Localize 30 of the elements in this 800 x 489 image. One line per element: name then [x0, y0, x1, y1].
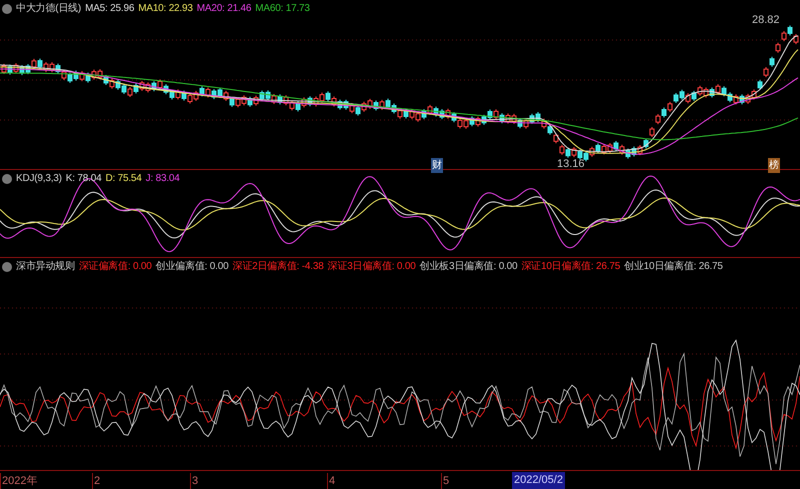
- indicator-value: 创业10日偏离值: 26.75: [624, 260, 723, 274]
- indicator-value: 深证偏离值: 0.00: [78, 260, 152, 274]
- indicator-value: MA20: 21.46: [196, 2, 252, 16]
- panel-title: 中大力德(日线): [16, 2, 82, 16]
- indicator-value: K: 78.04: [66, 172, 102, 186]
- indicator-value: 深证10日偏离值: 26.75: [521, 260, 620, 274]
- event-marker[interactable]: 财: [431, 158, 443, 173]
- indicator-value: MA10: 22.93: [138, 2, 193, 16]
- axis-label: 5: [441, 473, 450, 489]
- axis-label: 4: [327, 473, 336, 489]
- collapse-icon[interactable]: [2, 174, 12, 184]
- event-marker[interactable]: 榜: [768, 158, 780, 173]
- indicator-value: 深证3日偏离值: 0.00: [328, 260, 416, 274]
- panel-title: 深市异动规则: [16, 260, 75, 274]
- indicator-value: 深证2日偏离值: -4.38: [232, 260, 324, 274]
- indicator-value: 创业板3日偏离值: 0.00: [420, 260, 518, 274]
- axis-label: 3: [190, 473, 198, 489]
- panel-title: KDJ(9,3,3): [16, 172, 62, 186]
- collapse-icon[interactable]: [2, 262, 12, 272]
- indicator-value: MA5: 25.96: [85, 2, 134, 16]
- low-price-label: 13.16: [557, 157, 585, 172]
- indicator-value: D: 75.54: [105, 172, 142, 186]
- collapse-icon[interactable]: [2, 4, 12, 14]
- indicator-value: 创业偏离值: 0.00: [156, 260, 228, 274]
- axis-label: 2022年: [0, 473, 38, 489]
- axis-label: 2: [92, 473, 100, 489]
- indicator-value: MA60: 17.73: [255, 2, 310, 16]
- indicator-value: J: 83.04: [146, 172, 180, 186]
- current-date-label: 2022/05/2: [512, 472, 565, 488]
- high-price-label: 28.82: [752, 13, 780, 28]
